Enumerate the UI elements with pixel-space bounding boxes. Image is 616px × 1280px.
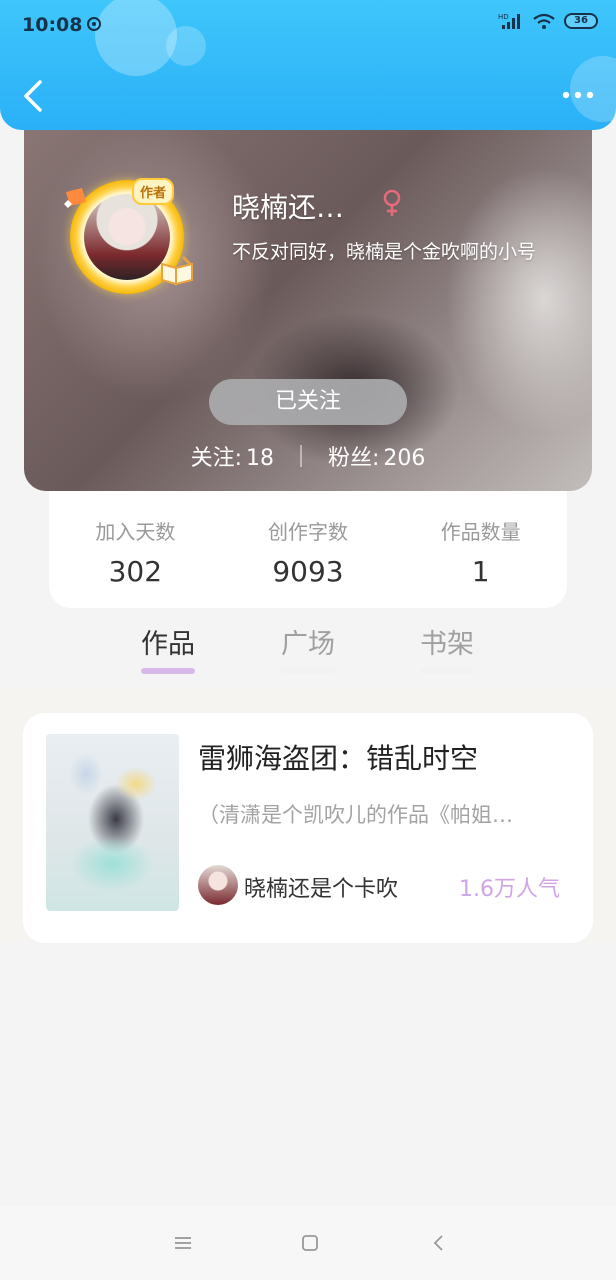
- tab-label: 广场: [281, 629, 335, 660]
- system-nav-bar: [0, 1206, 616, 1280]
- book-icon: [161, 256, 193, 286]
- tab-works[interactable]: 作品: [123, 622, 213, 674]
- following-stat[interactable]: 关注: 18: [191, 440, 274, 472]
- author-badge: 作者: [132, 178, 175, 205]
- stat-label: 作品数量: [440, 520, 521, 544]
- follow-button[interactable]: 已关注: [209, 379, 407, 425]
- home-icon[interactable]: [299, 1232, 321, 1254]
- stats-card: 加入天数 302 创作字数 9093 作品数量 1: [49, 490, 567, 608]
- fans-label: 粉丝:: [328, 446, 380, 471]
- user-bio: 不反对同好，晓楠是个金吹啊的小号: [232, 241, 537, 263]
- back-icon[interactable]: [18, 76, 50, 116]
- wifi-icon: [533, 13, 555, 29]
- work-card[interactable]: 雷狮海盗团：错乱时空 （清潇是个凯吹儿的作品《帕姐… 晓楠还是个卡吹 1.6万人…: [23, 713, 593, 943]
- tab-label: 书架: [420, 629, 474, 660]
- following-label: 关注:: [190, 446, 242, 471]
- work-title: 雷狮海盗团：错乱时空: [198, 742, 479, 775]
- decor-bubble: [166, 26, 206, 66]
- work-popularity: 1.6万人气: [459, 877, 560, 902]
- status-icons: HD 36: [498, 12, 598, 30]
- stat-value: 9093: [272, 555, 344, 588]
- female-icon: [383, 189, 401, 216]
- avatar[interactable]: 作者: [62, 170, 193, 300]
- tab-indicator: [141, 668, 195, 674]
- tab-indicator: [281, 668, 335, 674]
- author-avatar: [198, 865, 238, 905]
- tab-bar: 作品 广场 书架: [0, 622, 616, 682]
- fans-stat[interactable]: 粉丝: 206: [328, 440, 425, 472]
- back-nav-icon[interactable]: [428, 1232, 450, 1254]
- tab-indicator: [420, 668, 474, 674]
- more-options-icon[interactable]: [558, 80, 598, 110]
- gear-icon: [87, 17, 101, 31]
- tab-bookshelf[interactable]: 书架: [402, 622, 492, 674]
- stat-join-days: 加入天数 302: [60, 516, 210, 588]
- menu-icon[interactable]: [172, 1232, 194, 1254]
- status-time: 10:08: [22, 14, 83, 36]
- battery-indicator: 36: [564, 13, 598, 29]
- signal-icon: HD: [498, 13, 520, 29]
- svg-text:HD: HD: [498, 13, 509, 21]
- follow-stats: 关注: 18 粉丝: 206: [24, 440, 592, 472]
- work-description: （清潇是个凯吹儿的作品《帕姐…: [198, 803, 513, 827]
- user-name: 晓楠还…: [232, 191, 345, 224]
- decor-bubble: [95, 0, 177, 76]
- stat-word-count: 创作字数 9093: [233, 516, 383, 588]
- work-cover-image[interactable]: [46, 734, 179, 911]
- top-header: 10:08 HD 36: [0, 0, 616, 130]
- stat-label: 加入天数: [95, 520, 176, 544]
- tab-square[interactable]: 广场: [263, 622, 353, 674]
- stat-value: 1: [471, 555, 490, 588]
- stat-value: 302: [108, 555, 163, 588]
- stat-label: 创作字数: [267, 520, 348, 544]
- tab-label: 作品: [141, 629, 195, 660]
- following-count: 18: [246, 446, 274, 471]
- divider: [300, 445, 302, 467]
- work-author: 晓楠还是个卡吹: [244, 877, 399, 902]
- flag-icon: [64, 188, 86, 208]
- fans-count: 206: [383, 446, 426, 471]
- profile-hero: 作者 晓楠还… 不反对同好，晓楠是个金吹啊的小号 已关注 关注: 18 粉丝: 20…: [24, 110, 592, 491]
- stat-work-count: 作品数量 1: [406, 516, 556, 588]
